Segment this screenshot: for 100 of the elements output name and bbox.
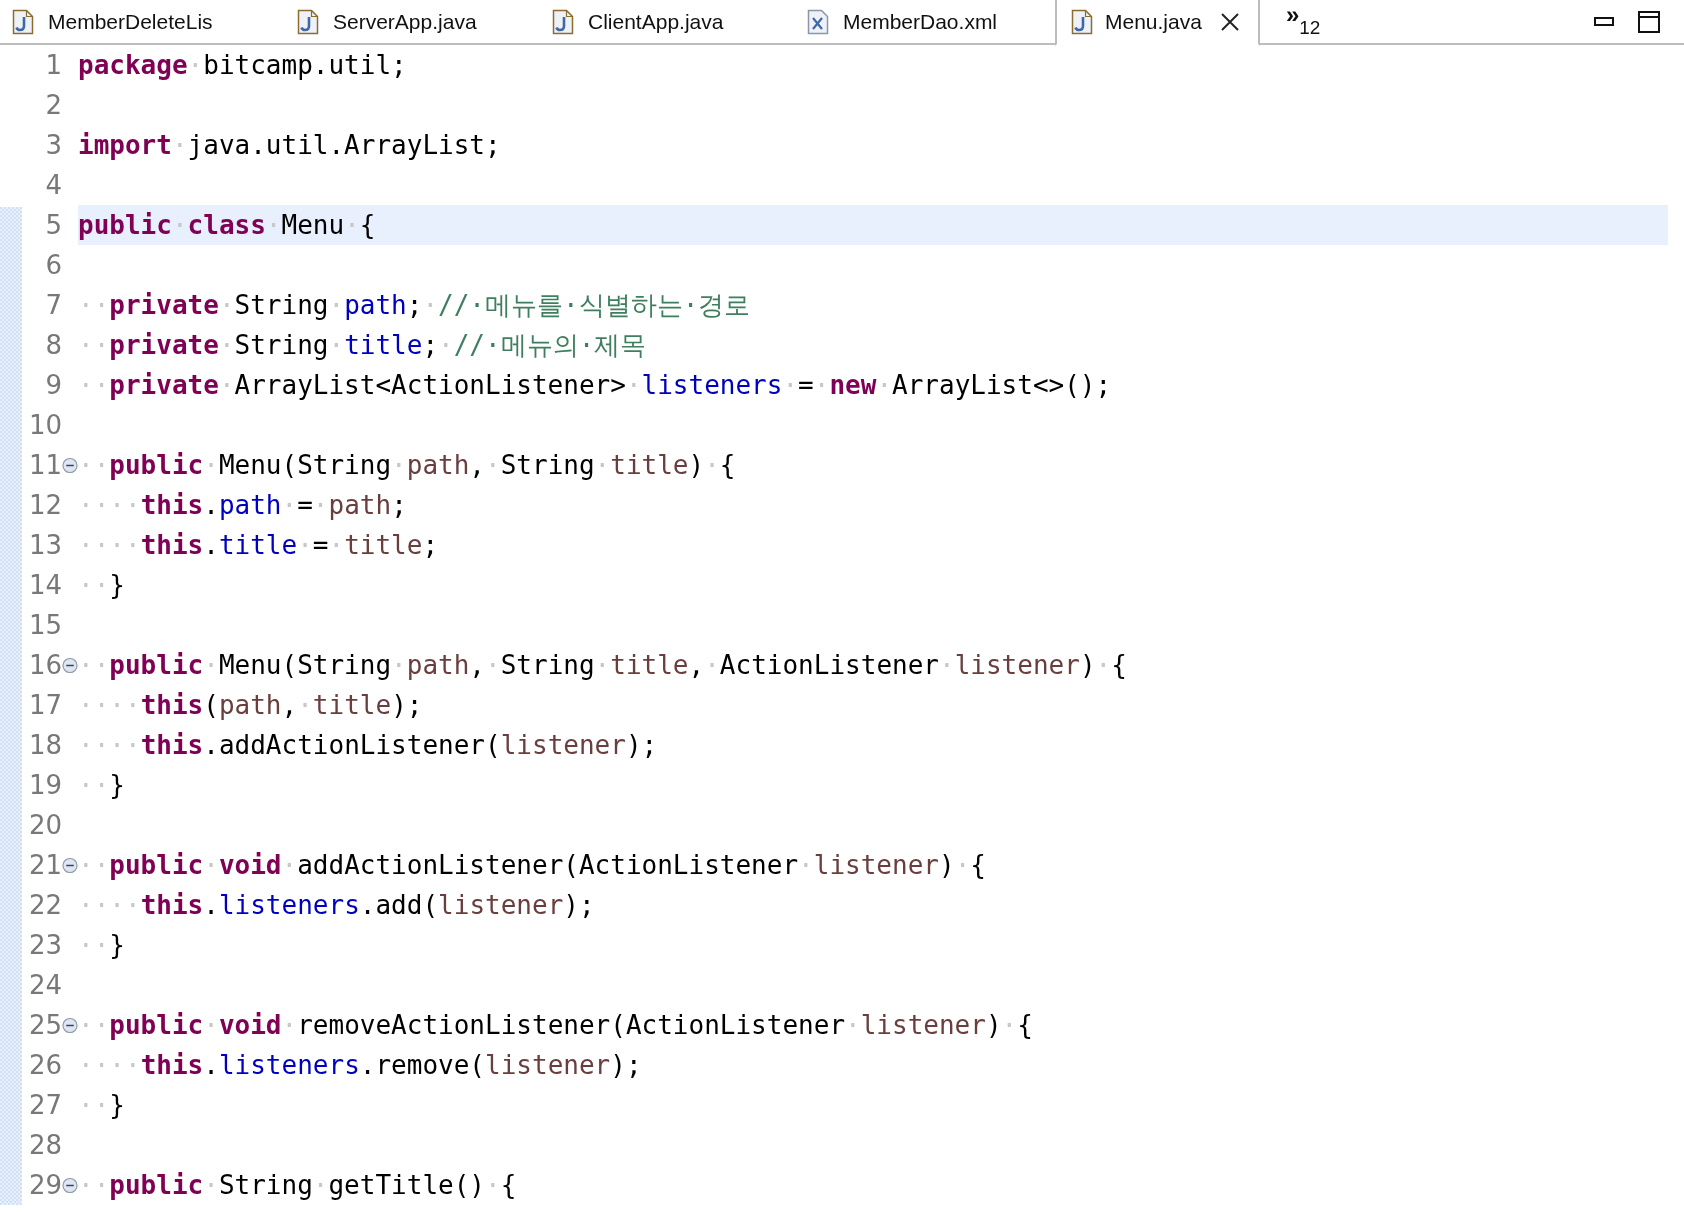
whitespace-marker: ·	[594, 450, 611, 480]
code-text: ;	[391, 490, 407, 520]
whitespace-marker: ··	[78, 290, 110, 320]
editor-tab[interactable]: MemberDao.xml	[795, 0, 1055, 44]
whitespace-marker: ·	[218, 290, 235, 320]
code-text: .addActionListener(	[203, 730, 501, 760]
whitespace-marker: ·	[171, 210, 188, 240]
code-text: }	[109, 770, 125, 800]
line-number: 15	[27, 610, 62, 640]
editor-tab[interactable]: ClientApp.java	[540, 0, 795, 44]
line-number: 29	[27, 1170, 62, 1200]
code-text: bitcamp.util;	[203, 50, 407, 80]
line-number: 9	[44, 370, 62, 400]
close-icon[interactable]	[1219, 11, 1240, 32]
whitespace-marker: ·	[422, 290, 439, 320]
whitespace-marker: ·	[328, 330, 345, 360]
line-number: 26	[27, 1050, 62, 1080]
code-text: addActionListener(ActionListener	[297, 850, 799, 880]
editor-tab[interactable]: Menu.java	[1055, 0, 1260, 46]
line-number: 5	[44, 210, 62, 240]
keyword: this	[140, 890, 204, 920]
code-text: )	[1079, 650, 1096, 680]
keyword: this	[140, 730, 204, 760]
collapse-icon[interactable]	[62, 1176, 78, 1194]
field-name: listeners	[641, 370, 783, 400]
whitespace-marker: ····	[78, 490, 141, 520]
line-number: 10	[27, 410, 62, 440]
keyword: this	[140, 690, 204, 720]
whitespace-marker: ··	[78, 570, 110, 600]
parameter-name: title	[344, 530, 423, 560]
maximize-icon[interactable]	[1638, 10, 1660, 33]
keyword: private	[109, 370, 219, 400]
parameter-name: listener	[860, 1010, 986, 1040]
code-text: ;	[406, 290, 423, 320]
line-number: 6	[44, 250, 62, 280]
whitespace-marker: ·	[312, 1170, 329, 1200]
whitespace-marker: ·	[328, 530, 345, 560]
whitespace-marker: ·	[265, 210, 282, 240]
whitespace-marker: ··	[78, 1010, 110, 1040]
whitespace-marker: ·	[704, 450, 720, 480]
whitespace-marker: ·	[798, 850, 814, 880]
collapse-icon[interactable]	[62, 456, 78, 474]
keyword: this	[140, 1050, 204, 1080]
field-name: listeners	[218, 1050, 360, 1080]
whitespace-marker: ·	[594, 650, 611, 680]
code-text: {	[719, 450, 736, 480]
line-number: 20	[27, 810, 62, 840]
whitespace-marker: ·	[845, 1010, 861, 1040]
whitespace-marker: ····	[78, 890, 141, 920]
line-number: 18	[27, 730, 62, 760]
code-text: ActionListener	[719, 650, 939, 680]
whitespace-marker: ·	[813, 370, 830, 400]
collapse-icon[interactable]	[62, 856, 78, 874]
whitespace-marker: ·	[485, 1170, 501, 1200]
whitespace-marker: ·	[625, 370, 642, 400]
code-text: {	[1017, 1010, 1033, 1040]
collapse-icon[interactable]	[62, 1016, 78, 1034]
line-number: 19	[27, 770, 62, 800]
code-text: {	[500, 1170, 517, 1200]
code-text: ArrayList<ActionListener>	[234, 370, 626, 400]
field-name: path	[344, 290, 407, 320]
code-text: ,	[469, 650, 485, 680]
code-text: String	[234, 290, 329, 320]
code-text: ,	[688, 650, 705, 680]
code-text: ArrayList<>();	[892, 370, 1112, 400]
code-text: .add(	[359, 890, 439, 920]
whitespace-marker: ··	[78, 1170, 110, 1200]
code-text: ,	[281, 690, 298, 720]
whitespace-marker: ·	[218, 330, 235, 360]
line-number: 11	[27, 450, 62, 480]
whitespace-marker: ·	[171, 130, 188, 160]
line-number: 27	[27, 1090, 62, 1120]
parameter-name: title	[312, 690, 392, 720]
whitespace-marker: ·	[485, 650, 501, 680]
parameter-name: path	[328, 490, 392, 520]
line-number: 28	[27, 1130, 62, 1160]
minimize-icon[interactable]	[1594, 16, 1614, 27]
parameter-name: path	[406, 650, 470, 680]
whitespace-marker: ····	[78, 690, 141, 720]
code-text: java.util.ArrayList;	[187, 130, 501, 160]
collapse-icon[interactable]	[62, 656, 78, 674]
code-comment: //·메뉴의·제목	[453, 328, 647, 362]
whitespace-marker: ·	[939, 650, 955, 680]
editor-tab[interactable]: MemberDeleteLis	[0, 0, 285, 44]
whitespace-marker: ····	[78, 1050, 141, 1080]
keyword: public	[109, 1170, 204, 1200]
code-text: )	[938, 850, 955, 880]
whitespace-marker: ··	[78, 770, 110, 800]
line-number: 14	[27, 570, 62, 600]
parameter-name: title	[610, 450, 689, 480]
whitespace-marker: ·	[187, 50, 204, 80]
code-text: String	[218, 1170, 313, 1200]
code-text: }	[109, 930, 125, 960]
whitespace-marker: ·	[203, 650, 219, 680]
whitespace-marker: ·	[281, 1010, 298, 1040]
editor-tab[interactable]: ServerApp.java	[285, 0, 540, 44]
whitespace-marker: ····	[78, 530, 141, 560]
line-number: 23	[27, 930, 62, 960]
code-text: {	[359, 210, 376, 240]
parameter-name: title	[610, 650, 689, 680]
